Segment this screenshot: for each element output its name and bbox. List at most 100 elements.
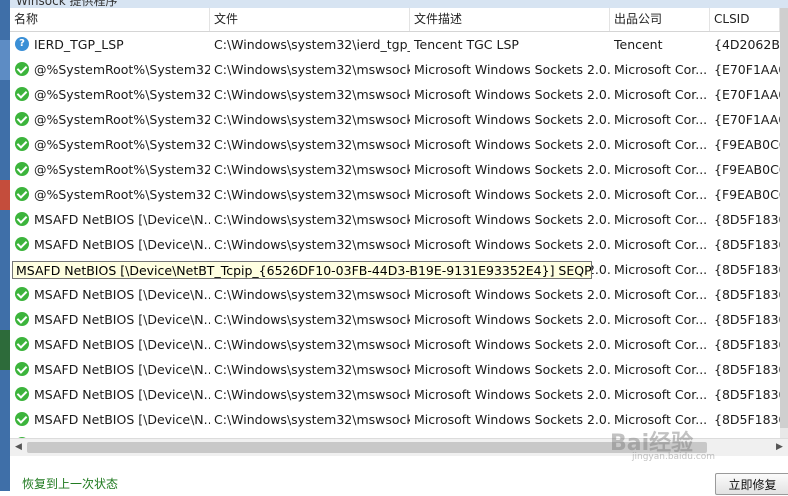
table-row[interactable]: MSAFD NetBIOS [\Device\N... C:\Windows\sy… bbox=[10, 332, 780, 357]
row-company: Microsoft Cor... bbox=[614, 287, 708, 302]
row-name: @%SystemRoot%\System32... bbox=[34, 187, 210, 202]
row-description: Microsoft Windows Sockets 2.0... bbox=[414, 362, 610, 377]
row-company: Microsoft Cor... bbox=[614, 362, 708, 377]
desktop-fragment bbox=[0, 40, 10, 80]
table-row[interactable]: @%SystemRoot%\System32... C:\Windows\syst… bbox=[10, 82, 780, 107]
name-tooltip: MSAFD NetBIOS [\Device\NetBT_Tcpip_{6526… bbox=[12, 261, 592, 279]
row-clsid: {8D5F1830- bbox=[714, 212, 780, 227]
column-header-description[interactable]: 文件描述 bbox=[410, 8, 610, 31]
row-description: Microsoft Windows Sockets 2.0... bbox=[414, 87, 610, 102]
row-description: Microsoft Windows Sockets 2.0... bbox=[414, 212, 610, 227]
table-row[interactable]: MSAFD NetBIOS [\Device\N... C:\Windows\sy… bbox=[10, 357, 780, 382]
baidu-watermark-logo: Bai经验 jingyan.baidu.com bbox=[610, 431, 716, 462]
row-name: IERD_TGP_LSP bbox=[34, 37, 124, 52]
row-company: Microsoft Cor... bbox=[614, 262, 708, 277]
row-clsid: {8D5F1830- bbox=[714, 312, 780, 327]
row-clsid: {8D5F1830- bbox=[714, 287, 780, 302]
row-company: Tencent bbox=[614, 37, 663, 52]
row-description: Microsoft Windows Sockets 2.0... bbox=[414, 237, 610, 252]
row-company: Microsoft Cor... bbox=[614, 112, 708, 127]
provider-list: ? IERD_TGP_LSP C:\Windows\system32\ierd_tg… bbox=[10, 32, 780, 438]
row-clsid: {F9EAB0C0- bbox=[714, 137, 780, 152]
row-description: Microsoft Windows Sockets 2.0... bbox=[414, 387, 610, 402]
row-file: C:\Windows\system32\mswsock... bbox=[214, 362, 410, 377]
column-header-file[interactable]: 文件 bbox=[210, 8, 410, 31]
row-name: MSAFD NetBIOS [\Device\N... bbox=[34, 412, 210, 427]
table-row[interactable]: @%SystemRoot%\System32... C:\Windows\syst… bbox=[10, 132, 780, 157]
row-description: Microsoft Windows Sockets 2.0... bbox=[414, 62, 610, 77]
column-header-name[interactable]: 名称 bbox=[10, 8, 210, 31]
row-description: Microsoft Windows Sockets 2.0... bbox=[414, 162, 610, 177]
table-row[interactable]: ? IERD_TGP_LSP C:\Windows\system32\ierd_tg… bbox=[10, 32, 780, 57]
row-company: Microsoft Cor... bbox=[614, 137, 708, 152]
table-row[interactable]: @%SystemRoot%\System32... C:\Windows\syst… bbox=[10, 107, 780, 132]
table-row[interactable]: @%SystemRoot%\System32... C:\Windows\syst… bbox=[10, 182, 780, 207]
row-file: C:\Windows\system32\mswsock... bbox=[214, 137, 410, 152]
table-row[interactable]: @%SystemRoot%\System32... C:\Windows\syst… bbox=[10, 57, 780, 82]
row-company: Microsoft Cor... bbox=[614, 187, 708, 202]
row-name: MSAFD NetBIOS [\Device\N... bbox=[34, 312, 210, 327]
row-company: Microsoft Cor... bbox=[614, 387, 708, 402]
row-clsid: {4D2062B0- bbox=[714, 37, 780, 52]
row-description: Microsoft Windows Sockets 2.0... bbox=[414, 137, 610, 152]
row-clsid: {8D5F1830- bbox=[714, 237, 780, 252]
column-header-company[interactable]: 出品公司 bbox=[610, 8, 710, 31]
row-name: @%SystemRoot%\System32... bbox=[34, 162, 210, 177]
row-clsid: {E70F1AA0- bbox=[714, 62, 780, 77]
row-name: MSAFD NetBIOS [\Device\N... bbox=[34, 237, 210, 252]
table-row[interactable]: MSAFD NetBIOS [\Device\N... C:\Windows\sy… bbox=[10, 307, 780, 332]
column-header-clsid[interactable]: CLSID bbox=[710, 8, 780, 31]
winsock-repair-window: Winsock 提供程序 名称 文件 文件描述 出品公司 CLSID ? IERD… bbox=[10, 0, 788, 495]
row-file: C:\Windows\system32\mswsock... bbox=[214, 237, 410, 252]
row-company: Microsoft Cor... bbox=[614, 337, 708, 352]
row-file: C:\Windows\system32\mswsock... bbox=[214, 162, 410, 177]
table-row[interactable]: @%SystemRoot%\System32... C:\Windows\syst… bbox=[10, 157, 780, 182]
desktop-fragment bbox=[0, 330, 10, 370]
row-company: Microsoft Cor... bbox=[614, 312, 708, 327]
row-file: C:\Windows\system32\mswsock... bbox=[214, 212, 410, 227]
row-name: MSAFD NetBIOS [\Device\N... bbox=[34, 212, 210, 227]
table-header: 名称 文件 文件描述 出品公司 CLSID bbox=[10, 8, 780, 32]
table-row[interactable]: MSAFD NetBIOS [\Device\N... C:\Windows\sy… bbox=[10, 207, 780, 232]
row-clsid: {8D5F1830- bbox=[714, 387, 780, 402]
window-titlebar: Winsock 提供程序 bbox=[10, 0, 788, 8]
row-file: C:\Windows\system32\mswsock... bbox=[214, 412, 410, 427]
table-row[interactable]: MSAFD NetBIOS [\Device\N... C:\Windows\sy… bbox=[10, 282, 780, 307]
restore-previous-state-link[interactable]: 恢复到上一次状态 bbox=[22, 475, 118, 492]
scroll-left-arrow-icon[interactable]: ◀ bbox=[10, 439, 27, 456]
row-name: @%SystemRoot%\System32... bbox=[34, 112, 210, 127]
row-description: Microsoft Windows Sockets 2.0... bbox=[414, 287, 610, 302]
desktop-fragment bbox=[0, 180, 10, 210]
row-file: C:\Windows\system32\mswsock... bbox=[214, 312, 410, 327]
row-file: C:\Windows\system32\ierd_tgp_... bbox=[214, 37, 410, 52]
row-file: C:\Windows\system32\mswsock... bbox=[214, 112, 410, 127]
row-company: Microsoft Cor... bbox=[614, 212, 708, 227]
row-name: @%SystemRoot%\System32... bbox=[34, 137, 210, 152]
row-description: Microsoft Windows Sockets 2.0... bbox=[414, 187, 610, 202]
row-clsid: {8D5F1830- bbox=[714, 262, 780, 277]
vertical-scrollbar[interactable] bbox=[780, 8, 788, 438]
row-description: Microsoft Windows Sockets 2.0... bbox=[414, 312, 610, 327]
row-file: C:\Windows\system32\mswsock... bbox=[214, 287, 410, 302]
row-file: C:\Windows\system32\mswsock... bbox=[214, 62, 410, 77]
table-row[interactable]: MSAFD NetBIOS [\Device\N... C:\Windows\sy… bbox=[10, 382, 780, 407]
row-company: Microsoft Cor... bbox=[614, 162, 708, 177]
horizontal-scroll-thumb[interactable] bbox=[27, 442, 707, 453]
row-clsid: {E70F1AA0- bbox=[714, 87, 780, 102]
row-name: MSAFD NetBIOS [\Device\N... bbox=[34, 387, 210, 402]
repair-now-button[interactable]: 立即修复 bbox=[715, 473, 788, 495]
row-company: Microsoft Cor... bbox=[614, 62, 708, 77]
row-file: C:\Windows\system32\mswsock... bbox=[214, 387, 410, 402]
vertical-scroll-thumb[interactable] bbox=[780, 8, 788, 428]
row-description: Microsoft Windows Sockets 2.0... bbox=[414, 112, 610, 127]
window-title: Winsock 提供程序 bbox=[16, 0, 118, 8]
row-clsid: {E70F1AA0- bbox=[714, 112, 780, 127]
background-desktop-strip bbox=[0, 0, 10, 491]
row-file: C:\Windows\system32\mswsock... bbox=[214, 187, 410, 202]
row-file: C:\Windows\system32\mswsock... bbox=[214, 337, 410, 352]
row-name: MSAFD NetBIOS [\Device\N... bbox=[34, 337, 210, 352]
table-row[interactable]: MSAFD NetBIOS [\Device\N... C:\Windows\sy… bbox=[10, 232, 780, 257]
row-clsid: {F9EAB0C0- bbox=[714, 187, 780, 202]
row-name: @%SystemRoot%\System32... bbox=[34, 62, 210, 77]
row-description: Microsoft Windows Sockets 2.0... bbox=[414, 412, 610, 427]
